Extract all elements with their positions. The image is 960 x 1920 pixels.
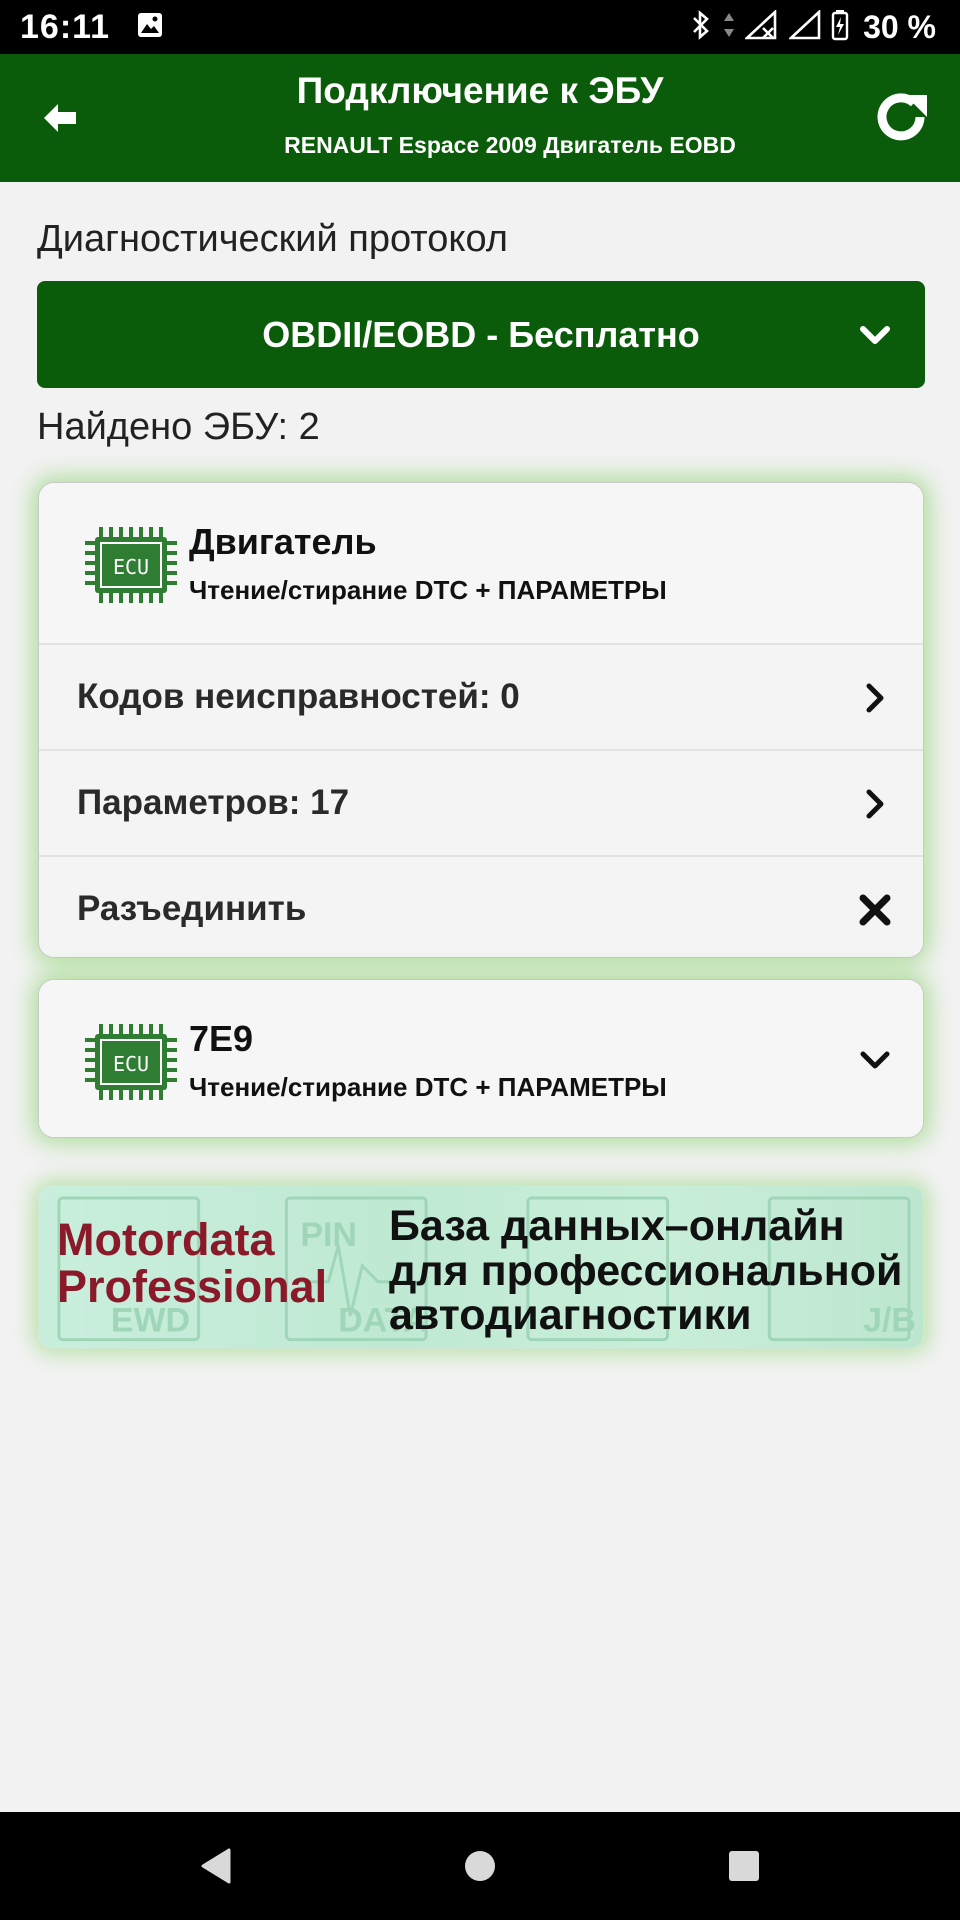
- ecu-chip-label: ECU: [113, 555, 149, 579]
- refresh-button[interactable]: [868, 84, 934, 150]
- protocol-selected-value: OBDII/EOBD - Бесплатно: [262, 313, 700, 355]
- battery-percent: 30 %: [863, 8, 936, 45]
- signal-nodata-icon: [743, 8, 779, 45]
- banner-tagline-line3: автодиагностики: [389, 1291, 752, 1340]
- ecu-subtitle: Чтение/стирание DTC + ПАРАМЕТРЫ: [189, 1072, 667, 1102]
- chevron-down-icon: [860, 1051, 890, 1069]
- chevron-down-icon: [860, 326, 890, 344]
- dtc-codes-row[interactable]: Кодов неисправностей: 0: [39, 643, 923, 749]
- ecu-chip-icon: ECU: [85, 527, 177, 603]
- ecu-subtitle: Чтение/стирание DTC + ПАРАМЕТРЫ: [189, 575, 667, 605]
- page-title: Подключение к ЭБУ: [296, 70, 664, 111]
- ecu-title: Двигатель: [189, 521, 377, 562]
- status-bar: 16:11 30 %: [0, 0, 960, 54]
- circle-home-icon: [465, 1851, 495, 1881]
- signal-icon: [787, 8, 821, 45]
- banner-tagline-line1: База данных–онлайн: [389, 1202, 845, 1250]
- refresh-icon: [877, 93, 927, 141]
- ecu-chip-label: ECU: [113, 1052, 149, 1076]
- system-nav-bar: [0, 1812, 960, 1920]
- ecu-card-header[interactable]: ECU 7E9 Чтение/стирание DTC + ПАРАМЕТРЫ: [39, 980, 923, 1137]
- banner-brand-line2: Professional: [57, 1261, 328, 1313]
- chevron-right-icon: [866, 683, 884, 713]
- nav-home-button[interactable]: [460, 1846, 500, 1886]
- chevron-right-icon: [866, 789, 884, 819]
- banner-tagline: База данных–онлайн для профессиональной …: [389, 1204, 919, 1338]
- status-time: 16:11: [20, 7, 111, 46]
- banner-brand: Motordata Professional: [57, 1216, 357, 1311]
- ecu-found-count: Найдено ЭБУ: 2: [37, 406, 320, 448]
- image-notification-icon: [136, 11, 164, 44]
- close-icon: [859, 894, 891, 926]
- data-arrows-icon: [723, 10, 735, 45]
- motordata-banner[interactable]: EWD PIN DATA J/B Motordata Professional …: [38, 1185, 924, 1349]
- ecu-card-engine: ECU Двигатель Чтение/стирание DTC + ПАРА…: [38, 482, 924, 958]
- protocol-select[interactable]: OBDII/EOBD - Бесплатно: [37, 281, 925, 388]
- disconnect-label: Разъединить: [77, 889, 307, 928]
- app-bar: Подключение к ЭБУ RENAULT Espace 2009 Дв…: [0, 54, 960, 182]
- ecu-card-header[interactable]: ECU Двигатель Чтение/стирание DTC + ПАРА…: [39, 483, 923, 643]
- nav-recents-button[interactable]: [724, 1846, 764, 1886]
- square-recents-icon: [729, 1851, 759, 1881]
- nav-back-button[interactable]: [196, 1846, 236, 1886]
- banner-brand-line1: Motordata: [57, 1214, 275, 1265]
- bluetooth-icon: [689, 9, 713, 46]
- triangle-back-icon: [201, 1848, 231, 1884]
- page-subtitle: RENAULT Espace 2009 Двигатель EOBD: [284, 132, 736, 158]
- disconnect-row[interactable]: Разъединить: [39, 855, 923, 957]
- parameters-label: Параметров: 17: [77, 783, 350, 822]
- dtc-codes-label: Кодов неисправностей: 0: [77, 677, 520, 716]
- protocol-label: Диагностический протокол: [37, 218, 508, 260]
- ecu-title: 7E9: [189, 1018, 254, 1059]
- parameters-row[interactable]: Параметров: 17: [39, 749, 923, 855]
- ecu-card-7e9[interactable]: ECU 7E9 Чтение/стирание DTC + ПАРАМЕТРЫ: [38, 979, 924, 1138]
- banner-tagline-line2: для профессиональной: [389, 1246, 903, 1295]
- battery-icon: [831, 9, 849, 46]
- ecu-chip-icon: ECU: [85, 1024, 177, 1100]
